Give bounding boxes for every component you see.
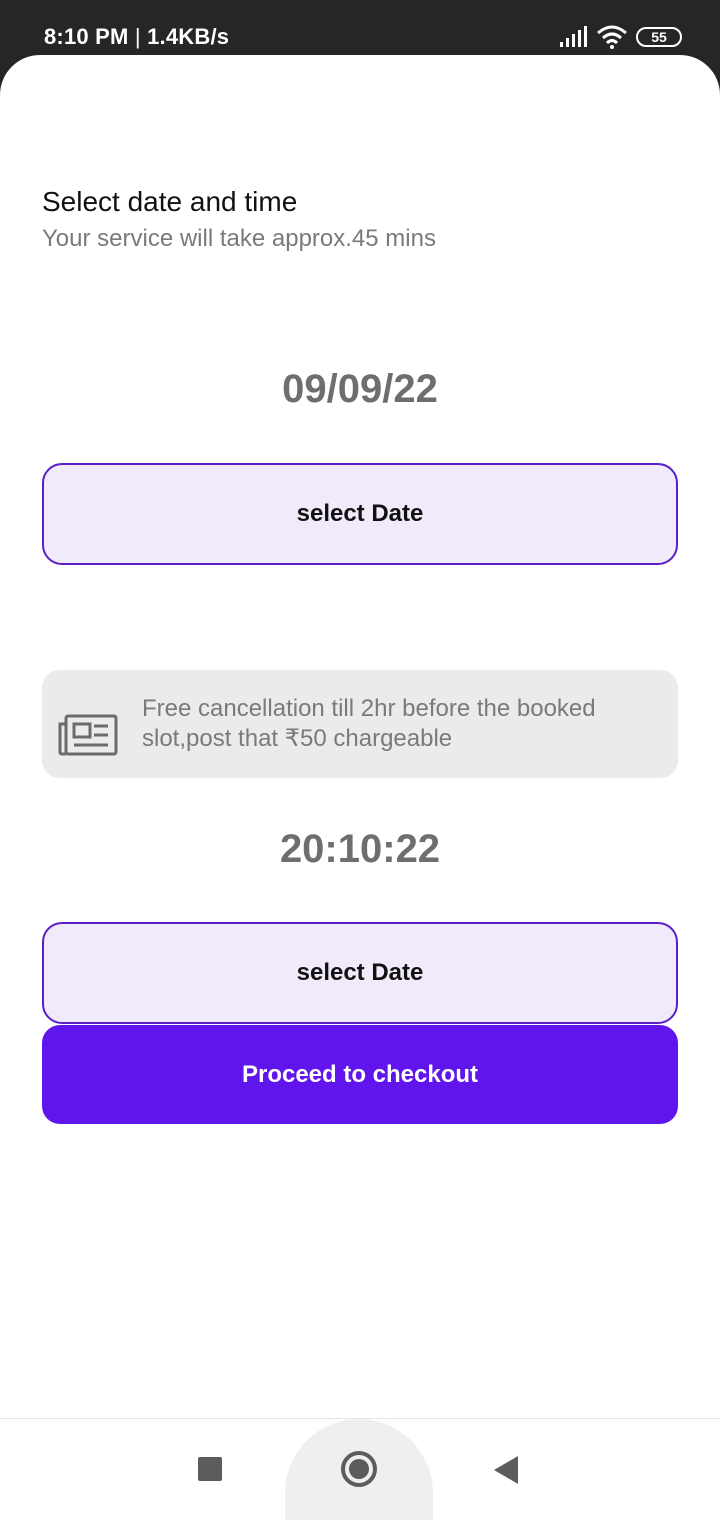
battery-level: 55 — [651, 29, 667, 45]
bottom-sheet: Select date and time Your service will t… — [0, 55, 720, 1520]
status-time-speed: 8:10 PM | 1.4KB/s — [44, 24, 229, 50]
select-date-button[interactable]: select Date — [42, 463, 678, 565]
selected-date: 09/09/22 — [282, 367, 438, 411]
status-divider: | — [134, 24, 148, 49]
navigation-bar — [0, 1418, 720, 1520]
back-icon[interactable] — [494, 1456, 518, 1484]
select-time-button[interactable]: select Date — [42, 922, 678, 1024]
status-icons: 55 — [558, 24, 682, 50]
page-title: Select date and time — [42, 186, 298, 217]
signal-icon — [560, 26, 587, 47]
proceed-to-checkout-button[interactable]: Proceed to checkout — [42, 1025, 678, 1124]
network-speed: 1.4KB/s — [147, 24, 230, 49]
wifi-icon — [597, 25, 627, 49]
newspaper-icon — [58, 714, 118, 756]
battery-icon: 55 — [636, 27, 682, 47]
cancellation-notice: Free cancellation till 2hr before the bo… — [42, 670, 678, 778]
cancellation-text: Free cancellation till 2hr before the bo… — [142, 695, 596, 752]
selected-time: 20:10:22 — [279, 827, 441, 871]
home-icon[interactable] — [341, 1451, 377, 1487]
status-time: 8:10 PM — [44, 24, 129, 49]
page-subtitle: Your service will take approx.45 mins — [42, 225, 436, 252]
recents-icon[interactable] — [198, 1457, 222, 1481]
